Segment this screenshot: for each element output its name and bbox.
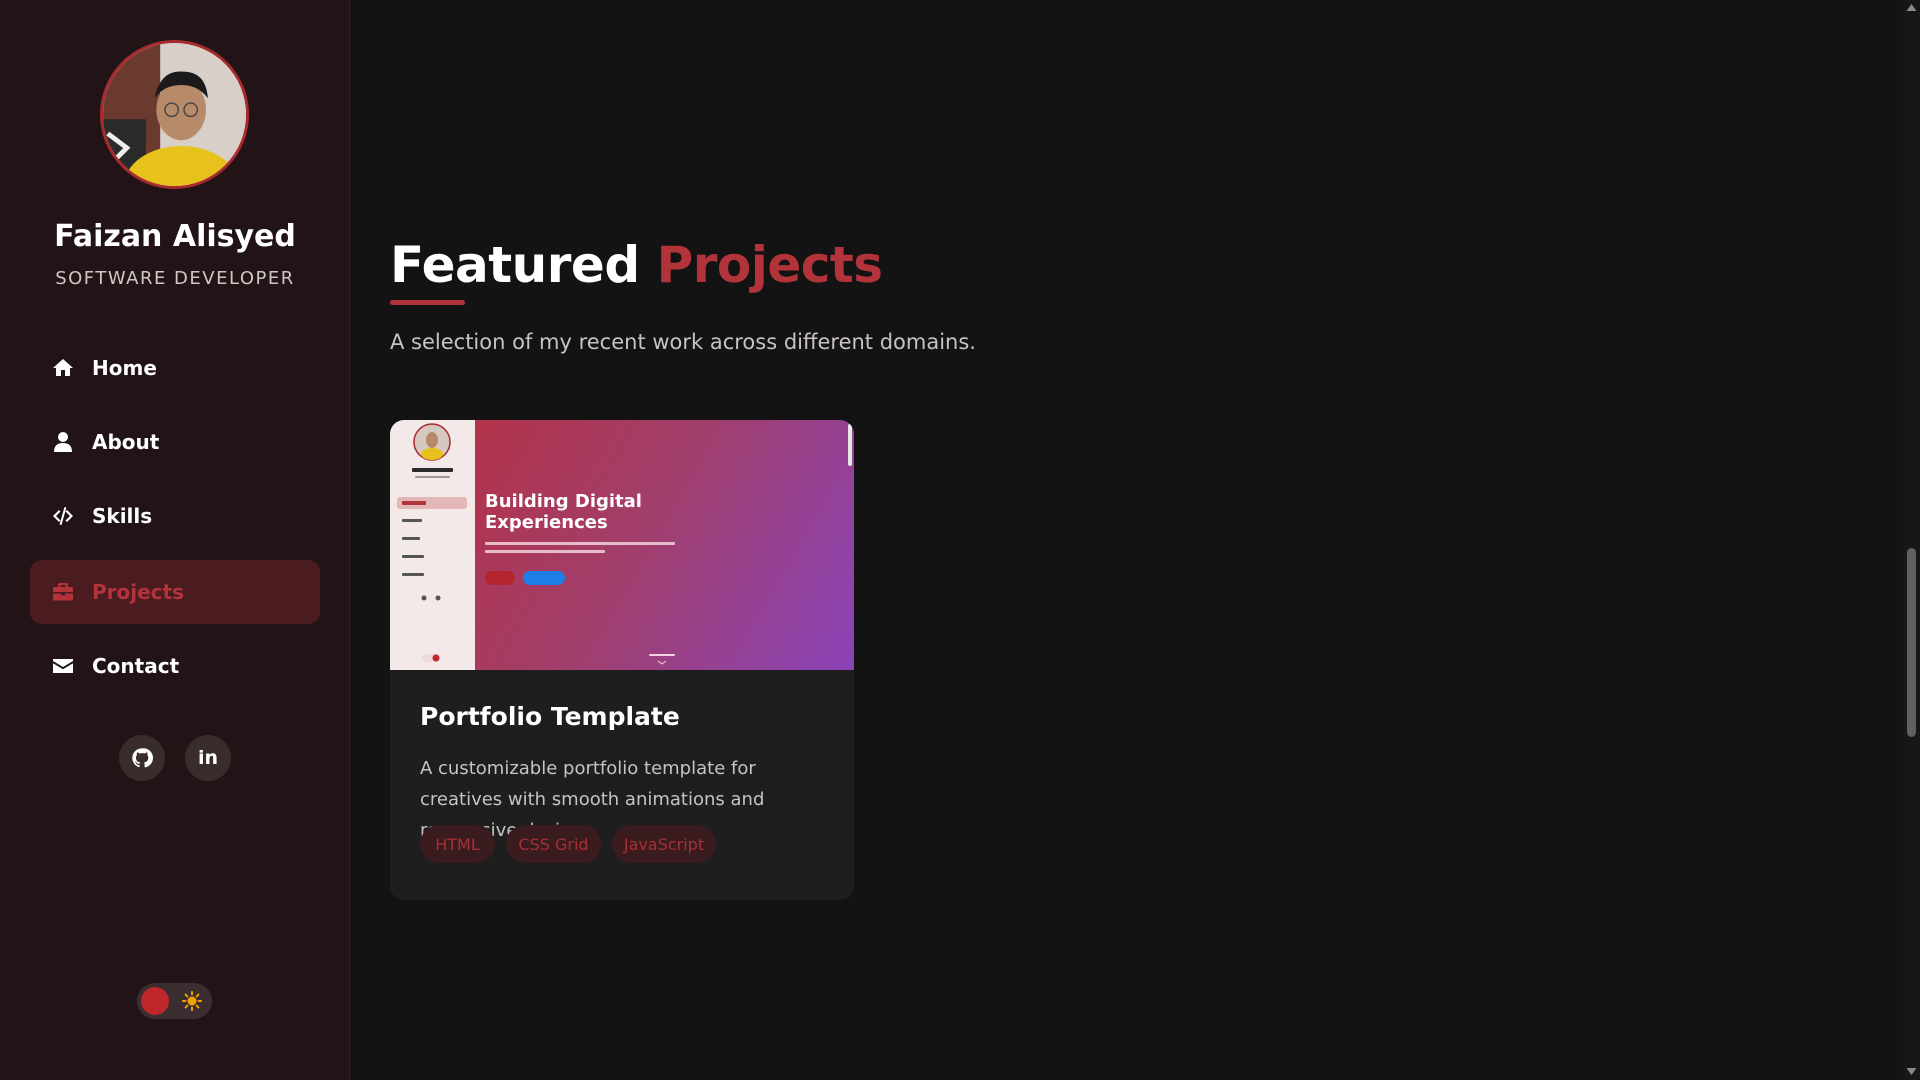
main-content: Featured Projects A selection of my rece… (351, 0, 1903, 1080)
theme-toggle[interactable] (137, 983, 212, 1019)
section-title-accent: Projects (656, 236, 884, 294)
briefcase-icon (50, 579, 76, 605)
code-icon (50, 503, 76, 529)
nav-item-about[interactable]: About (30, 410, 320, 474)
preview-heading: Building Digital Experiences (485, 491, 642, 533)
nav-label-home: Home (92, 356, 157, 380)
project-card[interactable]: Building Digital Experiences Portfolio T… (390, 420, 854, 900)
profile-role: SOFTWARE DEVELOPER (55, 268, 295, 289)
nav-item-home[interactable]: Home (30, 336, 320, 400)
theme-toggle-knob (141, 987, 169, 1015)
preview-hero (475, 420, 854, 670)
preview-sidebar-graphic (397, 423, 467, 662)
sun-icon (182, 991, 202, 1011)
tag-javascript: JavaScript (612, 825, 716, 863)
social-links: in (119, 735, 231, 781)
nav-item-skills[interactable]: Skills (30, 484, 320, 548)
scroll-thumb[interactable] (1907, 548, 1916, 737)
section-subtitle: A selection of my recent work across dif… (390, 330, 976, 354)
project-preview-image: Building Digital Experiences (390, 420, 854, 670)
nav-label-skills: Skills (92, 504, 153, 528)
project-card-body: Portfolio Template A customizable portfo… (390, 670, 854, 900)
preview-sidebar (390, 420, 475, 670)
tag-html: HTML (420, 825, 495, 863)
section-title: Featured Projects (390, 236, 883, 294)
home-icon (50, 355, 76, 381)
github-link[interactable] (119, 735, 165, 781)
scroll-up-arrow-icon[interactable] (1906, 2, 1917, 13)
linkedin-icon: in (197, 747, 219, 769)
github-icon (132, 748, 153, 768)
preview-hero-graphic (485, 542, 675, 665)
envelope-icon (50, 653, 76, 679)
section-title-main: Featured (390, 236, 640, 294)
nav-label-contact: Contact (92, 654, 180, 678)
preview-scrollbar (848, 424, 852, 466)
sidebar: Faizan Alisyed SOFTWARE DEVELOPER Home A… (0, 0, 350, 1080)
tag-css-grid: CSS Grid (506, 825, 601, 863)
page-scrollbar[interactable] (1903, 0, 1920, 1080)
avatar (100, 40, 249, 189)
nav-label-projects: Projects (92, 580, 185, 604)
title-underline (390, 300, 465, 305)
nav-label-about: About (92, 430, 160, 454)
avatar-photo (103, 43, 246, 186)
nav-item-contact[interactable]: Contact (30, 634, 320, 698)
nav-item-projects[interactable]: Projects (30, 560, 320, 624)
scroll-down-arrow-icon[interactable] (1906, 1066, 1917, 1077)
profile-name: Faizan Alisyed (54, 219, 296, 254)
linkedin-link[interactable]: in (185, 735, 231, 781)
project-title: Portfolio Template (420, 702, 680, 731)
user-icon (50, 429, 76, 455)
